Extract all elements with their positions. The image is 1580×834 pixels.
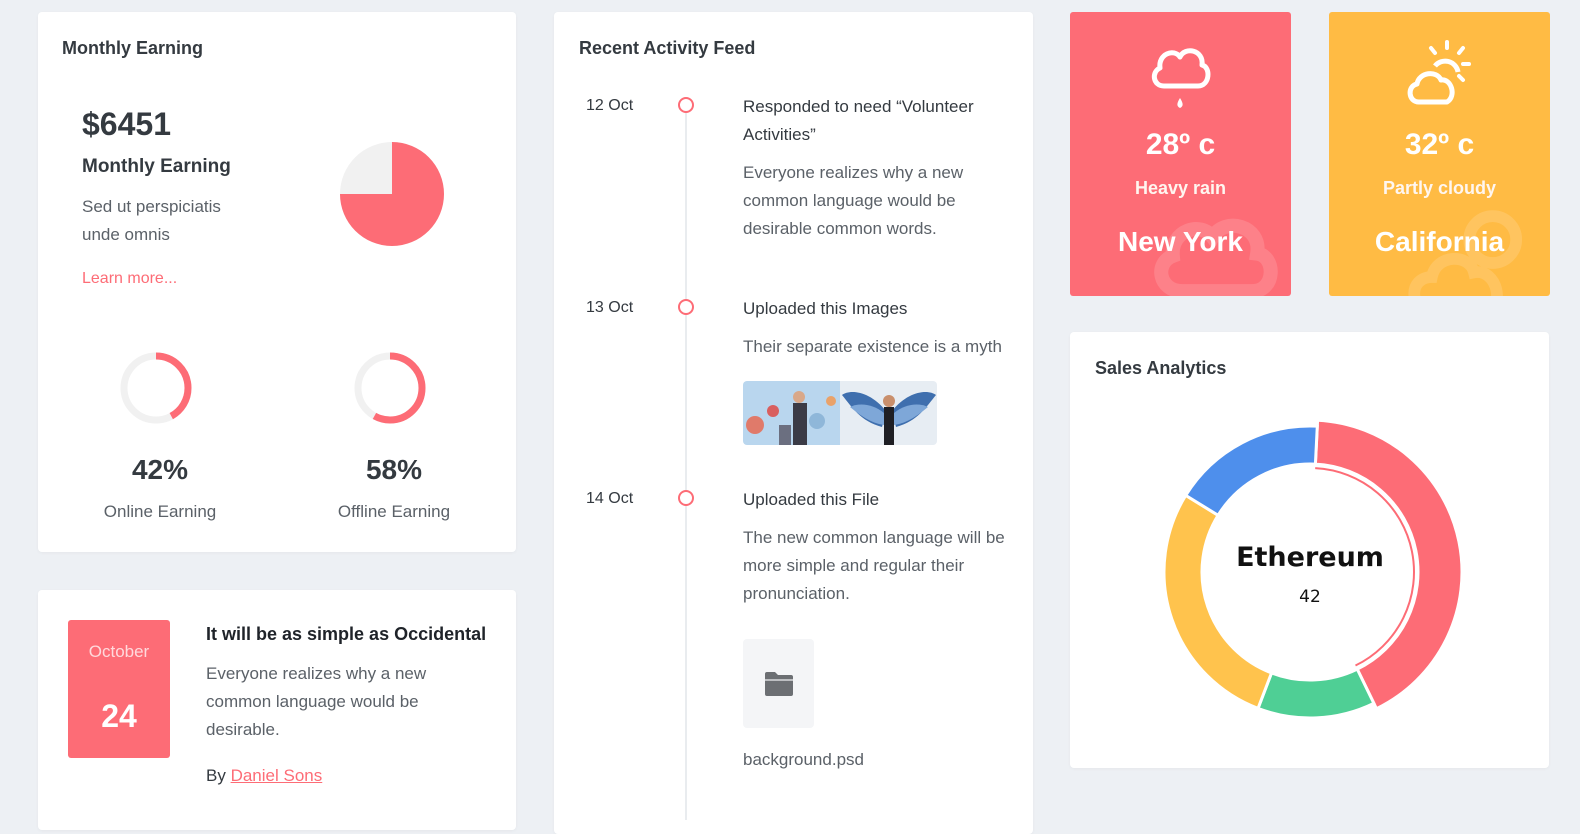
weather-temperature: 28º c <box>1145 128 1216 161</box>
learn-more-link[interactable]: Learn more... <box>82 270 177 288</box>
event-title: It will be as simple as Occidental <box>206 624 487 644</box>
timeline-item-title: Responded to need “Volunteer Activities” <box>743 97 974 144</box>
timeline-dot <box>678 490 694 506</box>
folder-icon <box>764 671 793 696</box>
activity-feed-title: Recent Activity Feed <box>579 38 756 58</box>
event-day: 24 <box>101 698 137 734</box>
sales-segment[interactable] <box>1162 493 1274 711</box>
timeline-date: 12 Oct <box>586 97 634 114</box>
event-author-link[interactable]: Daniel Sons <box>231 766 323 785</box>
file-name[interactable]: background.psd <box>743 750 864 770</box>
uploaded-image-wings[interactable] <box>840 381 937 445</box>
uploaded-images <box>743 381 937 445</box>
timeline-item-description: Their separate existence is a myth <box>743 337 1002 356</box>
online-earning-percent: 42% <box>131 454 189 485</box>
sales-analytics-card: Sales Analytics Ethereum 42 <box>1070 332 1549 768</box>
event-card: October 24 It will be as simple as Occid… <box>38 590 516 830</box>
timeline-line <box>685 104 687 820</box>
earning-description: Sed ut perspiciatis unde omnis <box>82 197 221 244</box>
rain-cloud-icon <box>1151 48 1211 108</box>
monthly-earning-card: Monthly Earning $6451 Monthly Earning Se… <box>38 12 516 552</box>
weather-temperature: 32º c <box>1404 128 1475 161</box>
timeline-date: 14 Oct <box>586 490 634 507</box>
weather-condition: Heavy rain <box>1134 178 1227 198</box>
offline-earning-percent: 58% <box>365 454 423 485</box>
offline-earning-donut <box>354 352 426 424</box>
earning-pie-chart <box>340 142 444 246</box>
timeline-item-title: Uploaded this File <box>743 490 880 509</box>
sales-segment[interactable] <box>1256 667 1376 720</box>
event-by-label: By <box>206 766 226 785</box>
timeline-item-title: Uploaded this Images <box>743 299 908 318</box>
event-description: Everyone realizes why a new common langu… <box>206 664 427 739</box>
timeline-date: 13 Oct <box>586 299 634 316</box>
offline-earning-label: Offline Earning <box>337 502 451 521</box>
uploaded-image-balloons[interactable] <box>743 381 840 445</box>
earning-subtitle: Monthly Earning <box>82 156 231 177</box>
monthly-earning-title: Monthly Earning <box>62 38 203 58</box>
timeline-item-description: Everyone realizes why a new common langu… <box>743 163 964 238</box>
online-earning-label: Online Earning <box>103 502 217 521</box>
online-earning-donut <box>120 352 192 424</box>
event-month: October <box>88 642 150 661</box>
sales-segment[interactable] <box>1183 424 1319 518</box>
earning-amount: $6451 <box>82 106 171 142</box>
weather-card-new-york: 28º c Heavy rain New York <box>1070 12 1291 296</box>
sales-analytics-title: Sales Analytics <box>1095 358 1227 378</box>
timeline-dot <box>678 299 694 315</box>
sales-center-value: 42 <box>1299 587 1321 607</box>
file-attachment[interactable] <box>743 639 814 728</box>
weather-city: California <box>1374 226 1505 257</box>
activity-feed-card: Recent Activity Feed 12 Oct Responded to… <box>554 12 1033 834</box>
event-date-box: October 24 <box>68 620 170 758</box>
partly-cloudy-icon <box>1407 40 1471 105</box>
timeline-item-description: The new common language will be more sim… <box>743 528 1005 603</box>
timeline-dot <box>678 97 694 113</box>
weather-card-california: 32º c Partly cloudy California <box>1329 12 1550 296</box>
sales-center-label: Ethereum <box>1236 542 1384 573</box>
sales-doughnut-chart: Ethereum 42 <box>1162 418 1464 720</box>
weather-condition: Partly cloudy <box>1382 178 1497 198</box>
weather-city: New York <box>1117 226 1243 257</box>
event-byline: By Daniel Sons <box>206 766 322 786</box>
